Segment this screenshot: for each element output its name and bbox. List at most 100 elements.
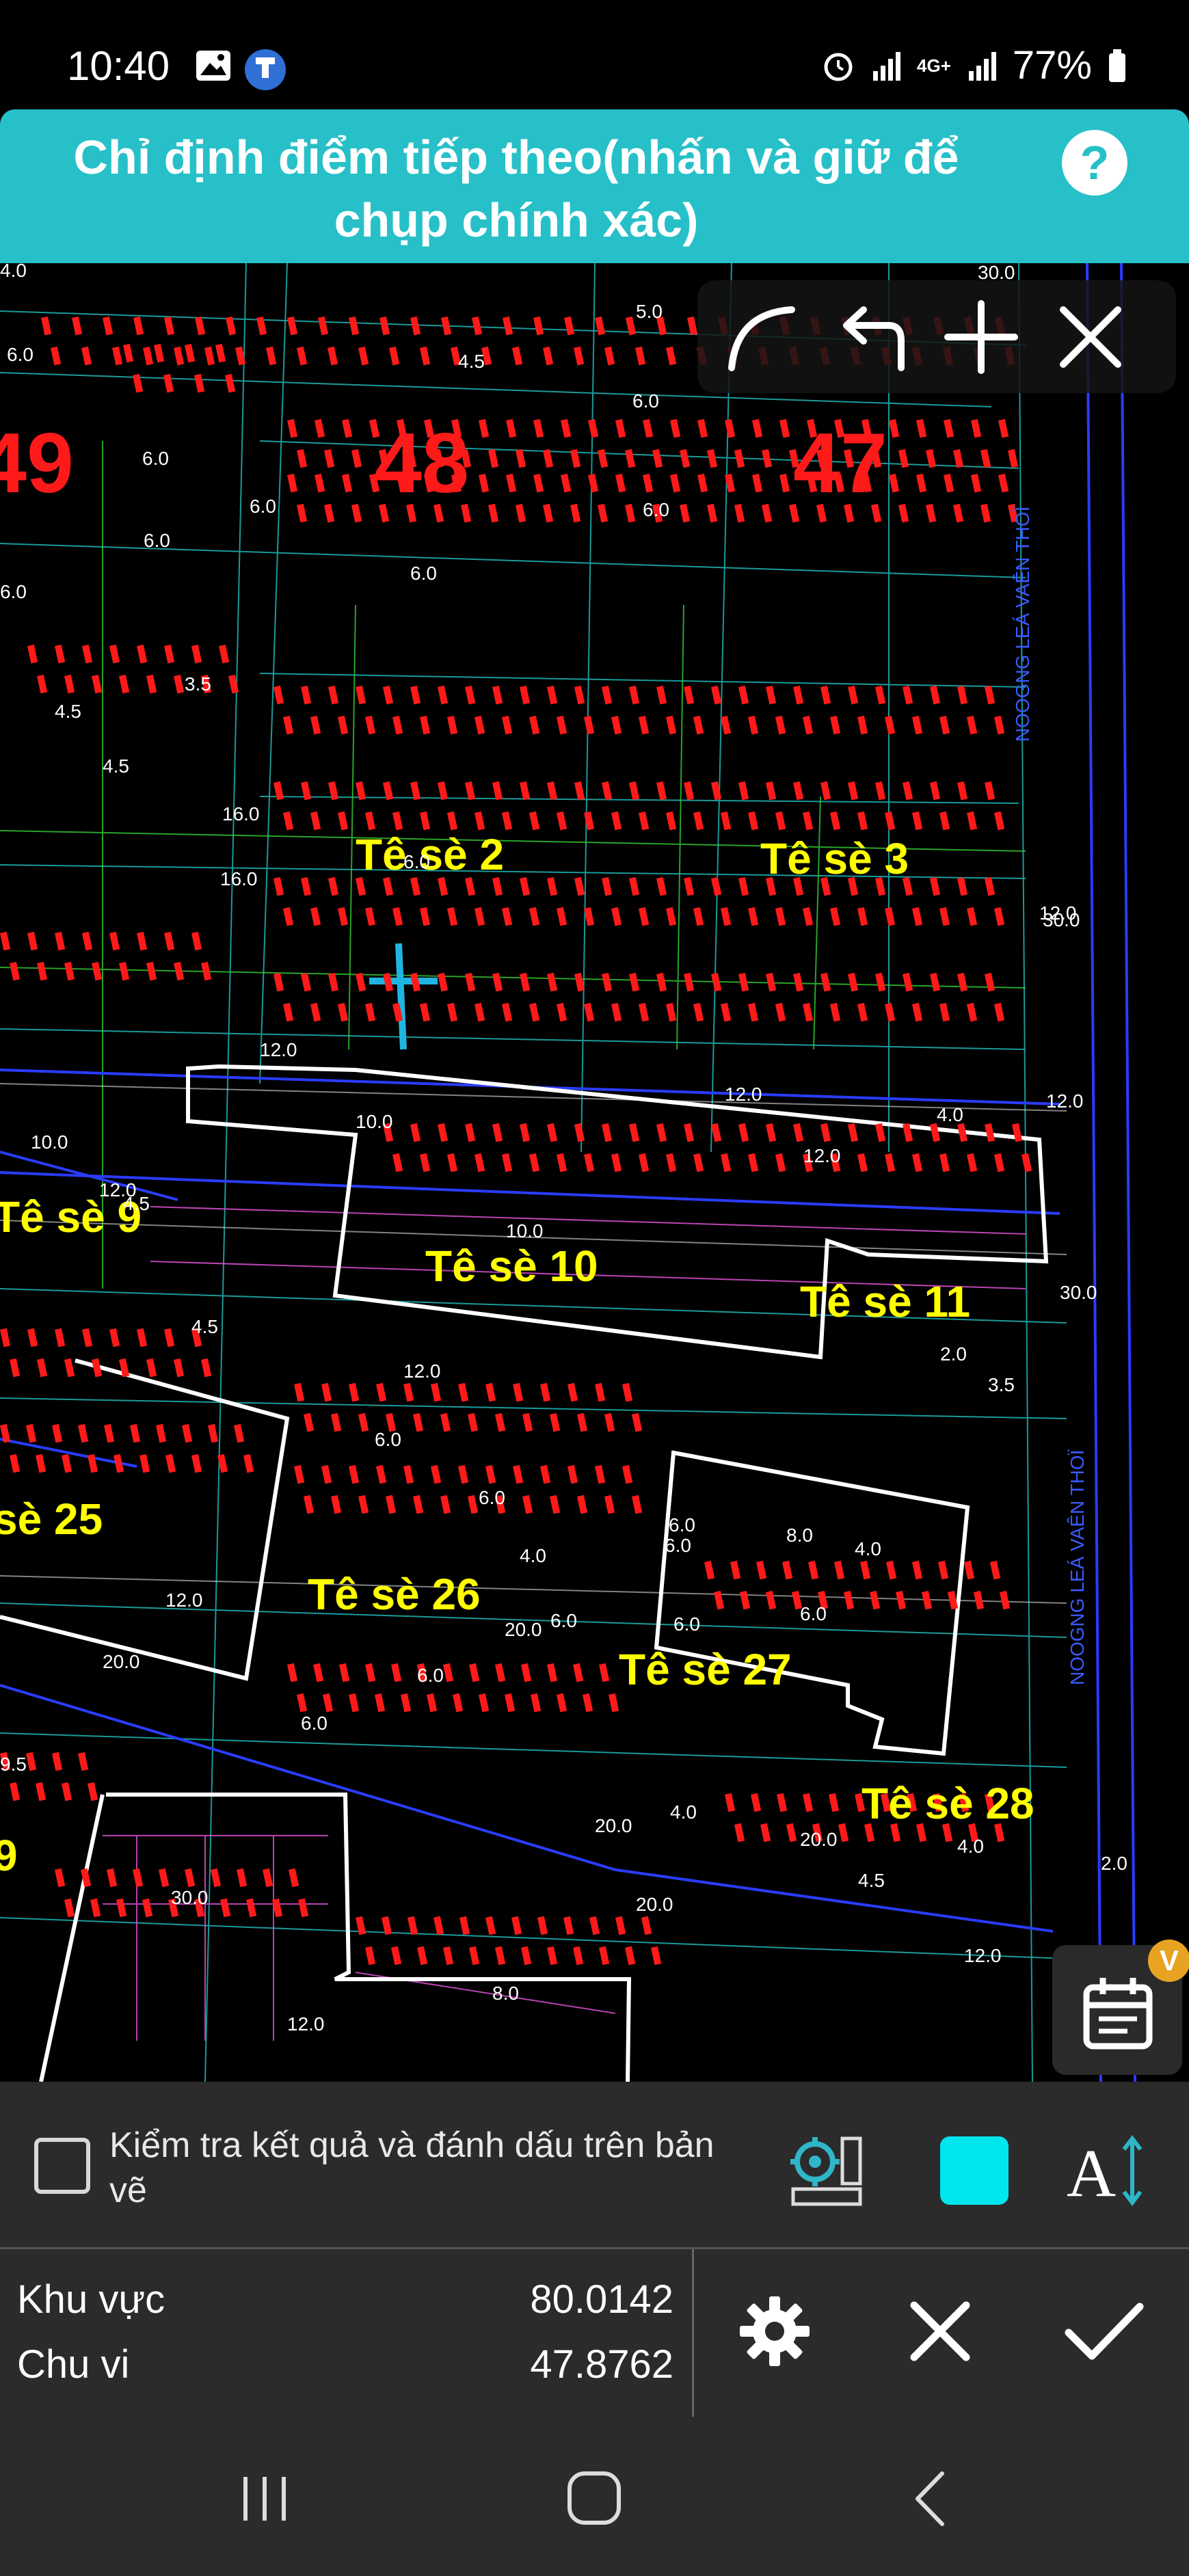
parcel-marker xyxy=(611,1153,622,1172)
parcel-marker xyxy=(511,1916,522,1935)
signal-icon xyxy=(873,51,901,81)
parcel-marker xyxy=(608,1693,619,1713)
parcel-marker xyxy=(506,418,517,438)
parcel-marker xyxy=(505,1693,516,1713)
parcel-marker xyxy=(92,961,103,981)
parcel-marker xyxy=(64,674,75,694)
parcel-marker xyxy=(55,644,66,664)
parcel-marker xyxy=(557,907,567,926)
dimension-label: 4.0 xyxy=(855,1538,881,1559)
parcel-marker xyxy=(550,1412,561,1432)
parcel-marker xyxy=(547,1663,558,1682)
parcel-marker xyxy=(243,1453,254,1473)
parcel-marker xyxy=(173,1358,185,1378)
parcel-marker xyxy=(641,1916,652,1935)
parcel-marker xyxy=(875,972,886,992)
drawing-toolbar xyxy=(697,280,1176,393)
parcel-marker xyxy=(137,1328,148,1347)
confirm-button[interactable] xyxy=(1060,2287,1149,2376)
calendar-button[interactable]: V xyxy=(1052,1940,1189,2075)
color-swatch-button[interactable] xyxy=(940,2136,1008,2205)
parcel-marker xyxy=(670,418,681,438)
parcel-marker xyxy=(533,418,544,438)
parcel-marker xyxy=(389,346,400,366)
parcel-marker xyxy=(684,1123,695,1142)
parcel-marker xyxy=(576,1412,588,1432)
dimension-label: 4.0 xyxy=(937,1104,963,1125)
parcel-marker xyxy=(967,811,978,831)
parcel-marker xyxy=(656,781,667,801)
parcel-marker xyxy=(748,1153,759,1172)
home-button[interactable] xyxy=(550,2461,639,2536)
parcel-marker xyxy=(304,1412,315,1432)
parcel-marker xyxy=(652,448,663,468)
dimension-label: 6.0 xyxy=(144,530,170,551)
dimension-label: 6.0 xyxy=(673,1613,700,1635)
parcel-marker xyxy=(337,715,349,735)
parcel-marker xyxy=(321,1382,332,1402)
add-point-button[interactable] xyxy=(944,299,1026,375)
measure-settings-icon[interactable] xyxy=(786,2133,868,2208)
parcel-marker xyxy=(625,448,636,468)
parcel-marker xyxy=(433,1916,444,1935)
parcel-marker xyxy=(912,907,923,926)
parcel-marker xyxy=(438,972,449,992)
parcel-marker xyxy=(734,503,745,523)
parcel-marker xyxy=(539,1464,551,1484)
block-number-47: 47 xyxy=(793,416,887,511)
parcel-marker xyxy=(338,1663,350,1682)
dimension-label: 8.0 xyxy=(786,1525,813,1546)
block-label-25: sè 25 xyxy=(0,1494,103,1544)
back-button[interactable] xyxy=(885,2461,974,2536)
parcel-marker xyxy=(885,715,896,735)
parcel-marker xyxy=(779,418,790,438)
parcel-marker xyxy=(419,715,431,735)
cad-drawing-canvas[interactable]: 49 48 47 Tê sè 2 Tê sè 3 Tê sè 9 Tê sè 1… xyxy=(0,263,1189,2082)
parcel-marker xyxy=(465,1123,476,1142)
parcel-marker xyxy=(512,1464,524,1484)
parcel-marker xyxy=(714,1590,725,1610)
parcel-marker xyxy=(707,448,718,468)
parcel-marker xyxy=(27,1328,38,1347)
arc-button[interactable] xyxy=(723,299,805,375)
settings-button[interactable] xyxy=(730,2287,819,2376)
parcel-marker xyxy=(625,503,636,523)
parcel-marker xyxy=(803,907,814,926)
parcel-marker xyxy=(898,503,909,523)
parcel-marker xyxy=(27,644,38,664)
parcel-marker xyxy=(146,1358,157,1378)
parcel-marker xyxy=(601,781,613,801)
dimension-label: 4.5 xyxy=(858,1870,885,1891)
parcel-marker xyxy=(656,876,667,896)
parcel-marker xyxy=(638,715,650,735)
close-drawing-button[interactable] xyxy=(1053,299,1135,375)
cancel-button[interactable] xyxy=(896,2287,985,2376)
block-label-27: Tê sè 27 xyxy=(619,1645,792,1694)
parcel-marker xyxy=(52,1752,63,1771)
parcel-marker xyxy=(136,644,148,664)
parcel-marker xyxy=(282,715,294,735)
text-size-icon[interactable]: A xyxy=(1067,2133,1149,2208)
help-button[interactable]: ? xyxy=(1062,130,1127,196)
parcel-marker xyxy=(164,931,175,951)
parcel-marker xyxy=(930,685,941,705)
parcel-marker xyxy=(604,1412,615,1432)
undo-button[interactable] xyxy=(833,299,915,375)
recent-apps-button[interactable] xyxy=(220,2461,309,2536)
check-result-checkbox[interactable] xyxy=(34,2138,90,2194)
parcel-marker xyxy=(520,876,531,896)
parcel-marker xyxy=(81,1328,93,1347)
parcel-marker xyxy=(529,1002,540,1022)
parcel-marker xyxy=(287,418,298,438)
dimension-label: 6.0 xyxy=(632,390,659,412)
parcel-marker xyxy=(537,1916,548,1935)
parcel-marker xyxy=(364,1002,376,1022)
dimension-label: 2.0 xyxy=(940,1343,967,1365)
parcel-marker xyxy=(390,1663,402,1682)
parcel-marker xyxy=(594,1464,606,1484)
parcel-marker xyxy=(273,685,284,705)
parcel-marker xyxy=(834,1560,845,1580)
parcel-marker xyxy=(598,1663,610,1682)
parcel-marker xyxy=(410,316,421,336)
parcel-marker xyxy=(693,907,704,926)
